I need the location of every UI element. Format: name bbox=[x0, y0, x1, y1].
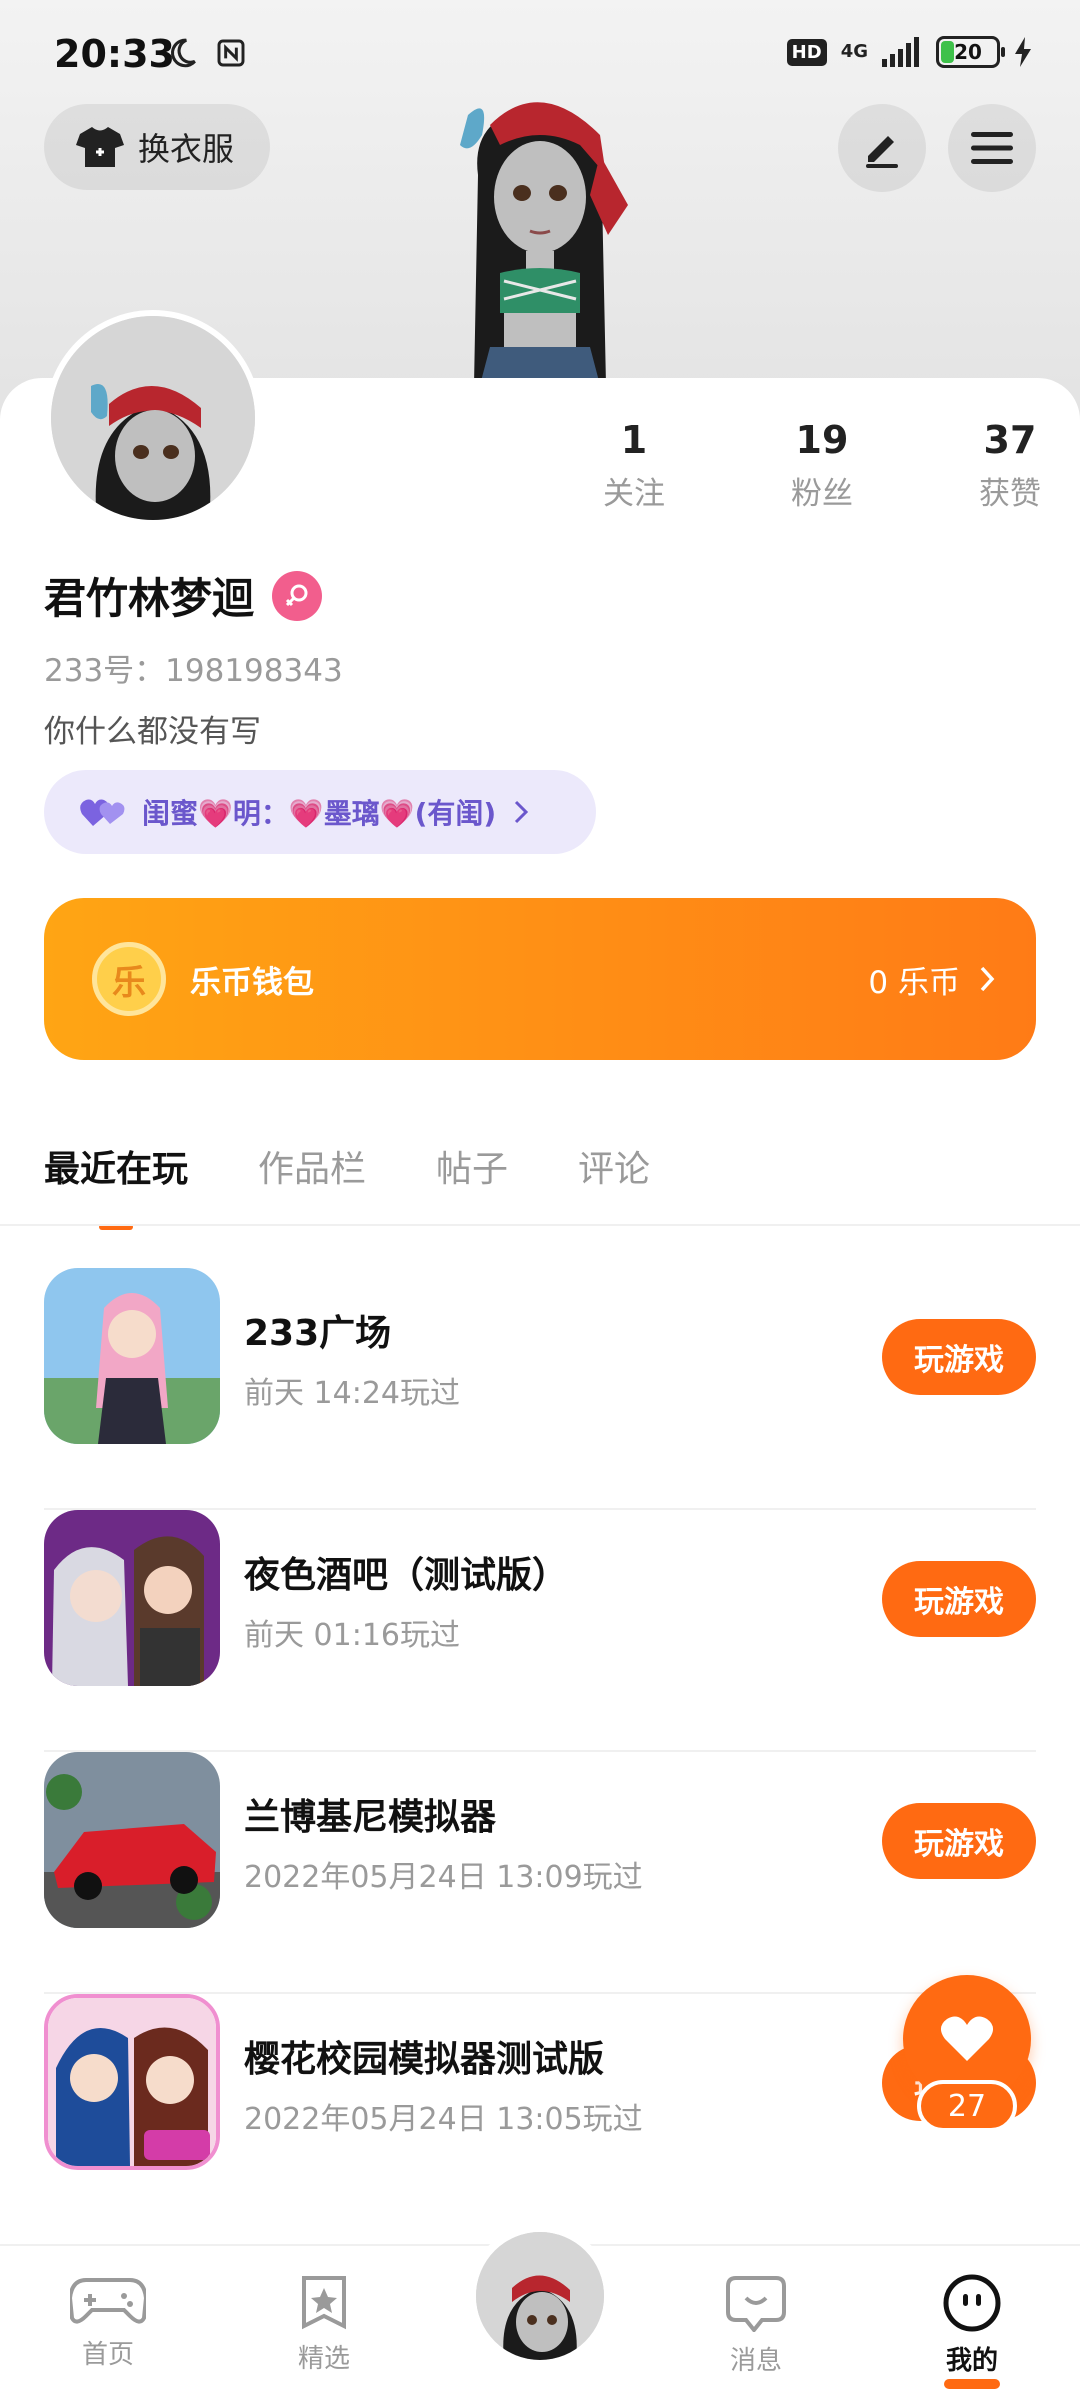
likes-received-count: 37 bbox=[983, 418, 1037, 462]
wallet-balance: 0 乐币 bbox=[868, 964, 960, 1001]
nav-profile[interactable]: 我的 bbox=[912, 2274, 1032, 2389]
battery-level: 20 bbox=[954, 40, 982, 64]
followers-label: 粉丝 bbox=[791, 476, 853, 512]
nav-messages-label: 消息 bbox=[729, 2346, 782, 2376]
avatar-image bbox=[51, 316, 255, 520]
wallet-title: 乐币钱包 bbox=[190, 964, 314, 1001]
user-bio: 你什么都没有写 bbox=[44, 714, 261, 750]
game-name: 樱花校园模拟器测试版 bbox=[244, 2039, 605, 2080]
nfc-icon bbox=[217, 39, 245, 67]
play-game-button[interactable]: 玩游戏 bbox=[882, 1803, 1036, 1879]
tab-works[interactable]: 作品栏 bbox=[258, 1140, 366, 1192]
following-label: 关注 bbox=[603, 476, 665, 512]
profile-avatar[interactable] bbox=[45, 310, 261, 526]
network-type: 4G bbox=[840, 41, 868, 62]
likes-received-label: 获赞 bbox=[979, 476, 1041, 512]
list-item[interactable]: 樱花校园模拟器测试版 2022年05月24日 13:05玩过 玩游戏 bbox=[44, 1994, 1036, 2236]
battery-indicator: 20 bbox=[936, 36, 1005, 68]
nav-messages[interactable]: 消息 bbox=[696, 2274, 816, 2377]
menu-button[interactable] bbox=[948, 104, 1036, 192]
nav-avatar bbox=[476, 2232, 604, 2360]
hd-badge: HD bbox=[786, 38, 827, 66]
last-played-time: 前天 01:16玩过 bbox=[244, 1618, 460, 1653]
game-name: 233广场 bbox=[244, 1313, 392, 1354]
tab-divider bbox=[0, 1224, 1080, 1226]
last-played-time: 前天 14:24玩过 bbox=[244, 1376, 460, 1411]
nav-featured[interactable]: 精选 bbox=[264, 2274, 384, 2375]
list-item[interactable]: 233广场 前天 14:24玩过 玩游戏 bbox=[44, 1268, 1036, 1510]
relationship-badge[interactable]: 闺蜜💗明：💗墨璃💗(有闺) bbox=[44, 770, 596, 854]
username-row: 君竹林梦迴 bbox=[44, 565, 323, 626]
female-gender-icon bbox=[272, 570, 323, 621]
nav-home[interactable]: 首页 bbox=[48, 2274, 168, 2371]
nav-featured-label: 精选 bbox=[297, 2344, 350, 2374]
likes-stat[interactable]: 37 获赞 bbox=[916, 418, 1080, 513]
bottom-navigation: 首页 精选 消息 我的 bbox=[0, 2224, 1080, 2400]
profile-tabs: 最近在玩 作品栏 帖子 评论 bbox=[44, 1140, 650, 1230]
coin-icon: 乐 bbox=[92, 942, 166, 1016]
game-icon bbox=[44, 1752, 220, 1928]
star-icon bbox=[302, 2276, 346, 2330]
shirt-icon bbox=[76, 127, 124, 167]
following-stat[interactable]: 1 关注 bbox=[540, 418, 728, 513]
hamburger-menu-icon bbox=[971, 132, 1013, 164]
profile-stats: 1 关注 19 粉丝 37 获赞 bbox=[540, 418, 1080, 513]
tab-posts[interactable]: 帖子 bbox=[436, 1140, 508, 1192]
following-count: 1 bbox=[620, 418, 648, 462]
pen-icon bbox=[866, 136, 898, 168]
game-name: 兰博基尼模拟器 bbox=[244, 1797, 497, 1838]
nav-profile-label: 我的 bbox=[945, 2346, 998, 2376]
signal-icon bbox=[882, 37, 919, 67]
username: 君竹林梦迴 bbox=[44, 574, 255, 623]
chevron-right-icon bbox=[515, 800, 529, 824]
last-played-time: 2022年05月24日 13:05玩过 bbox=[244, 2102, 643, 2137]
charging-icon bbox=[1015, 37, 1031, 67]
relationship-text: 闺蜜💗明：💗墨璃💗(有闺) bbox=[142, 797, 497, 830]
play-game-button[interactable]: 玩游戏 bbox=[882, 1561, 1036, 1637]
list-item[interactable]: 夜色酒吧（测试版） 前天 01:16玩过 玩游戏 bbox=[44, 1510, 1036, 1752]
nav-home-label: 首页 bbox=[81, 2340, 134, 2370]
change-outfit-button[interactable]: 换衣服 bbox=[44, 104, 270, 190]
edit-profile-button[interactable] bbox=[838, 104, 926, 192]
status-time: 20:33 bbox=[54, 32, 175, 76]
avatar-3d-figure bbox=[460, 102, 628, 385]
followers-stat[interactable]: 19 粉丝 bbox=[728, 418, 916, 513]
tab-comments[interactable]: 评论 bbox=[578, 1140, 650, 1192]
tab-recently-played[interactable]: 最近在玩 bbox=[44, 1140, 188, 1230]
face-icon bbox=[943, 2274, 1001, 2332]
coin-wallet-banner[interactable]: 乐 乐币钱包 0 乐币 bbox=[44, 898, 1036, 1060]
like-count-badge: 27 bbox=[917, 2080, 1017, 2132]
recent-games-list: 233广场 前天 14:24玩过 玩游戏 夜色酒吧（测试版） 前天 01:16玩… bbox=[44, 1268, 1036, 2236]
chat-icon bbox=[726, 2276, 786, 2334]
active-indicator bbox=[944, 2379, 1000, 2389]
gamepad-icon bbox=[67, 2278, 149, 2324]
play-game-button[interactable]: 玩游戏 bbox=[882, 1319, 1036, 1395]
user-id: 233号：198198343 bbox=[44, 653, 343, 689]
nav-avatar-button[interactable] bbox=[468, 2224, 612, 2368]
followers-count: 19 bbox=[795, 418, 849, 462]
double-heart-icon bbox=[80, 799, 125, 826]
game-name: 夜色酒吧（测试版） bbox=[244, 1555, 569, 1596]
last-played-time: 2022年05月24日 13:09玩过 bbox=[244, 1860, 643, 1895]
change-outfit-label: 换衣服 bbox=[138, 130, 235, 168]
game-icon bbox=[44, 1268, 220, 1444]
moon-icon bbox=[171, 38, 196, 68]
game-icon bbox=[44, 1994, 220, 2170]
heart-icon bbox=[940, 2016, 994, 2061]
list-item[interactable]: 兰博基尼模拟器 2022年05月24日 13:09玩过 玩游戏 bbox=[44, 1752, 1036, 1994]
chevron-right-icon bbox=[980, 966, 995, 992]
game-icon bbox=[44, 1510, 220, 1686]
